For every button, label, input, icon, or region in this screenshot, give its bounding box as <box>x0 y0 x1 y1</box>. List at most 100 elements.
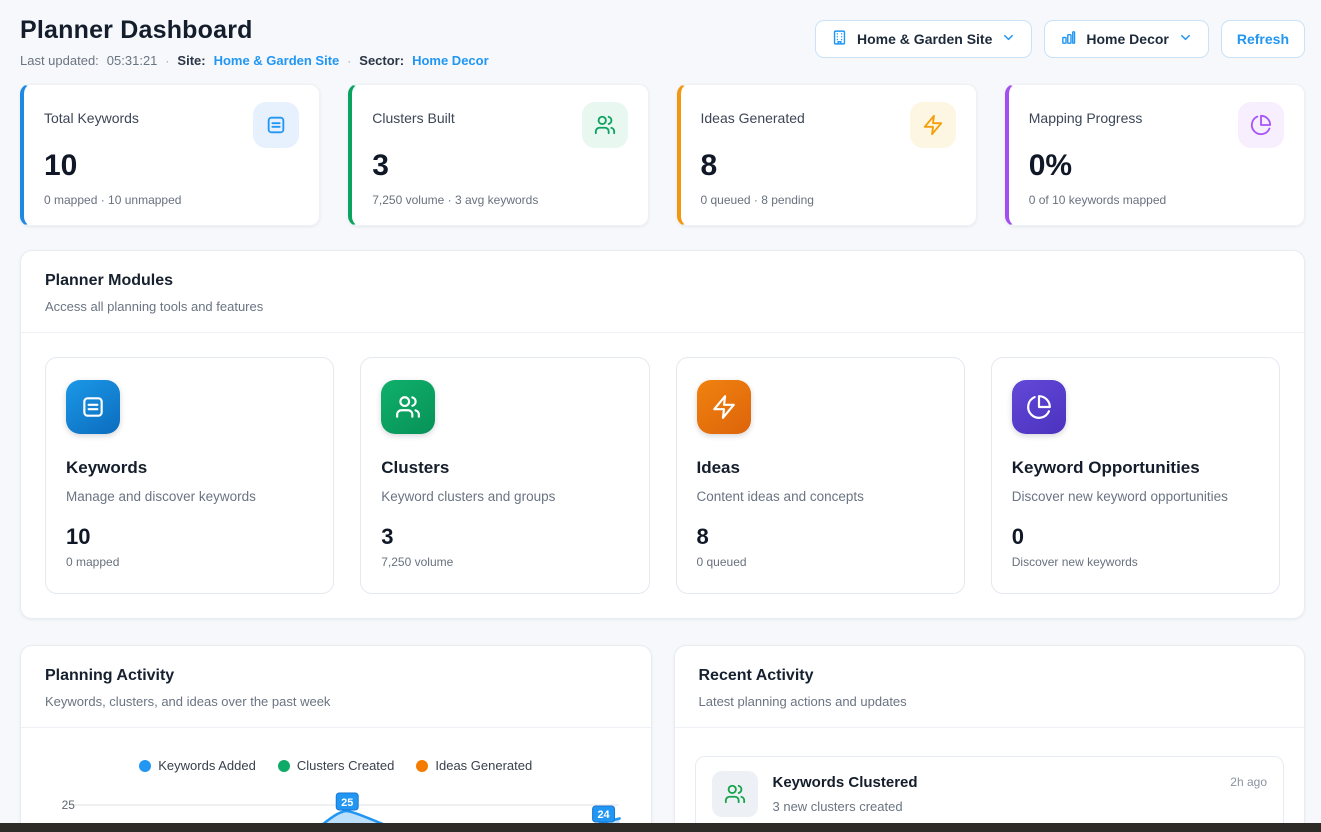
legend-dot <box>416 760 428 772</box>
planning-activity-panel: Planning Activity Keywords, clusters, an… <box>20 645 652 832</box>
legend-item-ideas-generated: Ideas Generated <box>416 758 532 773</box>
legend-item-clusters-created: Clusters Created <box>278 758 395 773</box>
building-icon <box>831 29 848 49</box>
module-description: Manage and discover keywords <box>66 489 313 504</box>
planner-modules-header: Planner Modules Access all planning tool… <box>21 251 1304 333</box>
stat-label: Clusters Built <box>372 110 454 126</box>
module-sub: 0 mapped <box>66 555 313 569</box>
site-selector-label: Home & Garden Site <box>857 31 992 47</box>
activity-item-keywords-clustered: Keywords Clustered 3 new clusters create… <box>695 756 1285 832</box>
stat-sub: 0 queued · 8 pending <box>701 193 956 207</box>
page-header: Planner Dashboard Last updated: 05:31:21… <box>20 16 1305 68</box>
module-card-keywords[interactable]: Keywords Manage and discover keywords 10… <box>45 357 334 594</box>
legend-dot <box>139 760 151 772</box>
pie-chart-icon <box>1012 380 1066 434</box>
stat-label: Ideas Generated <box>701 110 805 126</box>
chevron-down-icon <box>1178 30 1193 48</box>
activity-item-description: 3 new clusters created <box>773 799 1216 814</box>
users-icon <box>582 102 628 148</box>
chevron-down-icon <box>1001 30 1016 48</box>
planning-activity-chart: Keywords Added Clusters Created Ideas Ge… <box>21 728 651 828</box>
module-title: Keyword Opportunities <box>1012 458 1259 478</box>
activity-item-content: Keywords Clustered 3 new clusters create… <box>773 771 1216 814</box>
users-icon <box>712 771 758 817</box>
bottom-edge-bar <box>0 823 1321 832</box>
planner-modules-title: Planner Modules <box>45 272 1280 290</box>
data-label-25: 25 <box>336 793 358 810</box>
zap-icon <box>910 102 956 148</box>
chart-legend: Keywords Added Clusters Created Ideas Ge… <box>45 758 627 773</box>
module-title: Ideas <box>697 458 944 478</box>
recent-activity-list: Keywords Clustered 3 new clusters create… <box>675 728 1305 832</box>
legend-dot <box>278 760 290 772</box>
module-card-keyword-opportunities[interactable]: Keyword Opportunities Discover new keywo… <box>991 357 1280 594</box>
header-meta: Last updated: 05:31:21 · Site: Home & Ga… <box>20 53 489 68</box>
stat-card-ideas-generated: Ideas Generated 8 0 queued · 8 pending <box>677 84 977 226</box>
legend-label: Clusters Created <box>297 758 395 773</box>
sector-label: Sector: <box>359 53 404 68</box>
recent-activity-panel: Recent Activity Latest planning actions … <box>674 645 1306 832</box>
site-link[interactable]: Home & Garden Site <box>214 53 340 68</box>
stats-row: Total Keywords 10 0 mapped · 10 unmapped… <box>20 84 1305 226</box>
sector-selector-dropdown[interactable]: Home Decor <box>1044 20 1208 58</box>
module-title: Clusters <box>381 458 628 478</box>
planning-activity-title: Planning Activity <box>45 667 627 685</box>
page-title: Planner Dashboard <box>20 16 489 45</box>
stat-value: 10 <box>44 148 299 184</box>
svg-text:24: 24 <box>597 809 610 821</box>
activity-item-time: 2h ago <box>1230 775 1267 789</box>
module-title: Keywords <box>66 458 313 478</box>
header-actions: Home & Garden Site Home Decor Refresh <box>815 20 1305 58</box>
svg-text:25: 25 <box>341 797 353 809</box>
recent-activity-header: Recent Activity Latest planning actions … <box>675 646 1305 728</box>
data-label-24: 24 <box>593 806 615 822</box>
meta-separator: · <box>165 54 169 68</box>
module-sub: 7,250 volume <box>381 555 628 569</box>
stat-card-mapping-progress: Mapping Progress 0% 0 of 10 keywords map… <box>1005 84 1305 226</box>
modules-grid: Keywords Manage and discover keywords 10… <box>21 333 1304 618</box>
last-updated-label: Last updated: <box>20 53 99 68</box>
pie-chart-icon <box>1238 102 1284 148</box>
activity-item-title: Keywords Clustered <box>773 774 1216 791</box>
sector-link[interactable]: Home Decor <box>412 53 489 68</box>
module-card-clusters[interactable]: Clusters Keyword clusters and groups 3 7… <box>360 357 649 594</box>
stat-label: Total Keywords <box>44 110 139 126</box>
planning-activity-header: Planning Activity Keywords, clusters, an… <box>21 646 651 728</box>
planner-modules-panel: Planner Modules Access all planning tool… <box>20 250 1305 619</box>
module-description: Discover new keyword opportunities <box>1012 489 1259 504</box>
module-sub: 0 queued <box>697 555 944 569</box>
module-sub: Discover new keywords <box>1012 555 1259 569</box>
module-description: Content ideas and concepts <box>697 489 944 504</box>
stat-card-clusters-built: Clusters Built 3 7,250 volume · 3 avg ke… <box>348 84 648 226</box>
legend-label: Ideas Generated <box>435 758 532 773</box>
stat-card-total-keywords: Total Keywords 10 0 mapped · 10 unmapped <box>20 84 320 226</box>
stat-label: Mapping Progress <box>1029 110 1143 126</box>
module-value: 8 <box>697 524 944 550</box>
planner-modules-subtitle: Access all planning tools and features <box>45 299 1280 314</box>
recent-activity-title: Recent Activity <box>699 667 1281 685</box>
y-axis-tick-25: 25 <box>62 798 76 812</box>
stat-sub: 0 of 10 keywords mapped <box>1029 193 1284 207</box>
meta-separator: · <box>347 54 351 68</box>
last-updated-value: 05:31:21 <box>107 53 158 68</box>
module-value: 0 <box>1012 524 1259 550</box>
header-left: Planner Dashboard Last updated: 05:31:21… <box>20 16 489 68</box>
planning-activity-subtitle: Keywords, clusters, and ideas over the p… <box>45 694 627 709</box>
module-value: 3 <box>381 524 628 550</box>
stat-value: 0% <box>1029 148 1284 184</box>
module-card-ideas[interactable]: Ideas Content ideas and concepts 8 0 que… <box>676 357 965 594</box>
activity-line-chart: 25 25 24 <box>45 787 627 828</box>
users-icon <box>381 380 435 434</box>
stat-sub: 0 mapped · 10 unmapped <box>44 193 299 207</box>
recent-activity-subtitle: Latest planning actions and updates <box>699 694 1281 709</box>
refresh-button[interactable]: Refresh <box>1221 20 1305 58</box>
site-label: Site: <box>177 53 205 68</box>
stat-value: 3 <box>372 148 627 184</box>
zap-icon <box>697 380 751 434</box>
legend-item-keywords-added: Keywords Added <box>139 758 256 773</box>
stat-sub: 7,250 volume · 3 avg keywords <box>372 193 627 207</box>
bar-chart-icon <box>1060 29 1077 49</box>
module-description: Keyword clusters and groups <box>381 489 628 504</box>
bottom-row: Planning Activity Keywords, clusters, an… <box>20 645 1305 832</box>
site-selector-dropdown[interactable]: Home & Garden Site <box>815 20 1032 58</box>
